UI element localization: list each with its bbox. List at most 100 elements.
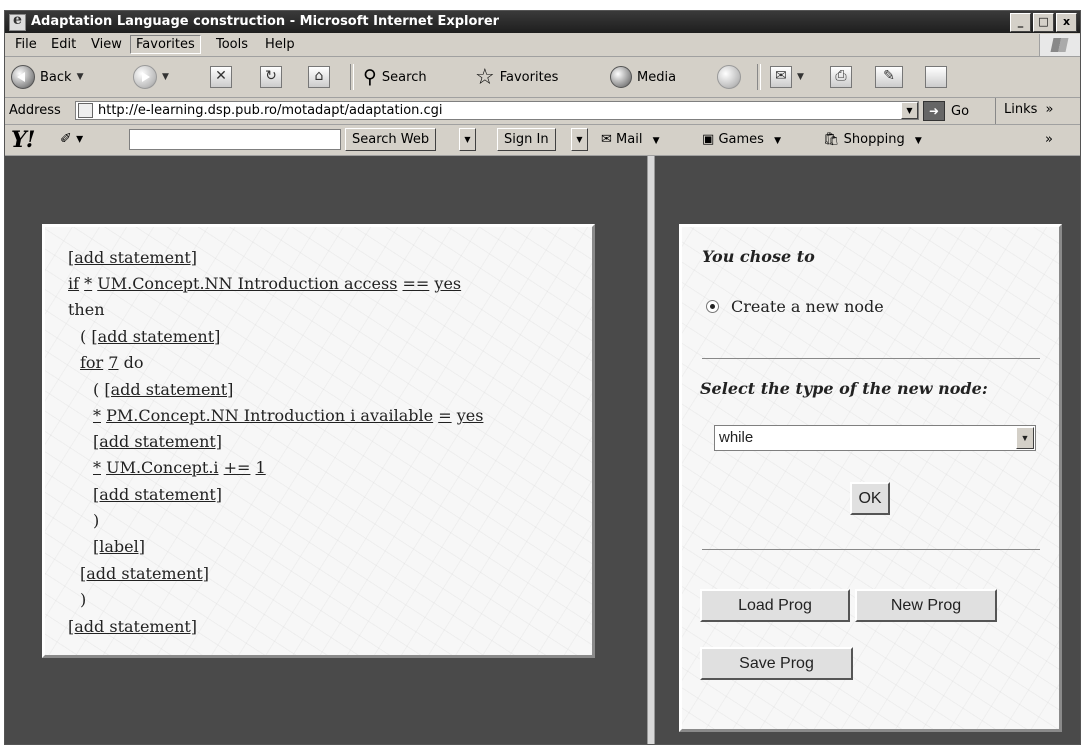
add-statement-link[interactable]: [add statement] <box>93 432 222 451</box>
browser-window: Adaptation Language construction - Micro… <box>4 10 1081 745</box>
menu-view[interactable]: View <box>85 37 128 52</box>
pencil-icon[interactable]: ✐ ▾ <box>60 131 83 147</box>
close-paren: ) <box>80 590 87 609</box>
menu-file[interactable]: File <box>9 37 43 52</box>
code-line: [add statement] <box>68 617 197 637</box>
shopping-label: Shopping <box>843 132 905 147</box>
star-link[interactable]: * <box>93 406 101 425</box>
arrow-right-icon: ➜ <box>923 101 945 121</box>
mail-link[interactable]: ✉ Mail ▼ <box>601 132 660 147</box>
games-link[interactable]: ▣ Games ▼ <box>702 132 781 147</box>
search-button[interactable]: ⚲ Search <box>363 64 427 90</box>
star-link[interactable]: * <box>93 458 101 477</box>
for-keyword-link[interactable]: for <box>80 353 103 372</box>
refresh-icon: ↻ <box>260 66 282 88</box>
target-link[interactable]: PM.Concept.NN Introduction i available <box>106 406 433 425</box>
print-button[interactable]: ⎙ <box>830 64 852 90</box>
code-line: ) <box>80 590 86 610</box>
operator-link[interactable]: = <box>438 406 451 425</box>
code-line: ) <box>93 511 99 531</box>
target-link[interactable]: UM.Concept.NN Introduction access <box>97 274 397 293</box>
go-button[interactable]: ➜ Go <box>923 101 969 121</box>
yahoo-logo[interactable]: Y! <box>11 127 35 153</box>
chevron-down-icon[interactable]: ▼ <box>915 136 922 146</box>
chevron-down-icon[interactable]: ▼ <box>901 102 918 119</box>
media-button[interactable]: Media <box>610 64 676 90</box>
add-statement-link[interactable]: [add statement] <box>91 327 220 346</box>
edit-button[interactable]: ✎ <box>875 64 903 90</box>
go-label: Go <box>951 103 970 119</box>
back-button[interactable]: Back ▼ <box>11 64 83 90</box>
if-keyword-link[interactable]: if <box>68 274 79 293</box>
shopping-link[interactable]: 🛍 Shopping ▼ <box>823 132 922 147</box>
maximize-button[interactable]: □ <box>1033 13 1054 32</box>
chevron-down-icon[interactable]: ▼ <box>77 72 84 82</box>
load-prog-button[interactable]: Load Prog <box>700 589 850 622</box>
printer-icon: ⎙ <box>830 66 852 88</box>
value-link[interactable]: yes <box>434 274 461 293</box>
value-link[interactable]: 1 <box>256 458 266 477</box>
ok-button[interactable]: OK <box>850 482 890 515</box>
add-statement-link[interactable]: [add statement] <box>80 564 209 583</box>
history-button[interactable] <box>717 64 741 90</box>
chevron-down-icon[interactable]: ▼ <box>774 136 781 146</box>
code-line: * PM.Concept.NN Introduction i available… <box>93 406 483 426</box>
search-web-button[interactable]: Search Web <box>345 128 437 151</box>
discuss-button[interactable] <box>925 64 947 90</box>
address-label: Address <box>9 103 61 118</box>
label-link[interactable]: [label] <box>93 537 145 556</box>
close-button[interactable]: x <box>1056 13 1077 32</box>
menu-tools[interactable]: Tools <box>210 37 254 52</box>
menu-favorites[interactable]: Favorites <box>130 35 201 54</box>
radio-button[interactable] <box>706 300 719 313</box>
add-statement-link[interactable]: [add statement] <box>93 485 222 504</box>
minimize-button[interactable]: _ <box>1010 13 1031 32</box>
code-line: then <box>68 300 105 320</box>
node-type-select[interactable]: while ▼ <box>714 425 1036 451</box>
forward-arrow-icon <box>133 65 157 89</box>
page-content: [add statement] if * UM.Concept.NN Intro… <box>5 156 1080 744</box>
target-link[interactable]: UM.Concept.i <box>106 458 218 477</box>
chevron-down-icon[interactable]: ▼ <box>571 128 588 151</box>
count-link[interactable]: 7 <box>108 353 118 372</box>
yahoo-search-input[interactable] <box>129 129 341 150</box>
stop-button[interactable]: ✕ <box>210 64 232 90</box>
value-link[interactable]: yes <box>457 406 484 425</box>
menu-edit[interactable]: Edit <box>45 37 82 52</box>
toolbar-separator <box>757 64 761 90</box>
add-statement-link[interactable]: [add statement] <box>104 380 233 399</box>
chevron-down-icon[interactable]: ▼ <box>1016 427 1034 449</box>
ie-icon <box>9 12 26 31</box>
add-statement-link[interactable]: [add statement] <box>68 617 197 636</box>
refresh-button[interactable]: ↻ <box>260 64 282 90</box>
chevron-down-icon[interactable]: ▼ <box>653 136 660 146</box>
chevron-down-icon[interactable]: ▼ <box>459 128 476 151</box>
address-url[interactable]: http://e-learning.dsp.pub.ro/motadapt/ad… <box>98 103 443 118</box>
sign-in-button[interactable]: Sign In <box>497 128 556 151</box>
frame-divider[interactable] <box>647 156 655 744</box>
create-node-option[interactable]: Create a new node <box>706 297 884 316</box>
operator-link[interactable]: == <box>403 274 430 293</box>
save-prog-button[interactable]: Save Prog <box>700 647 853 680</box>
chevron-down-icon[interactable]: ▼ <box>797 72 804 82</box>
home-button[interactable]: ⌂ <box>308 64 330 90</box>
games-icon: ▣ <box>702 132 715 147</box>
code-line: [add statement] <box>80 564 209 584</box>
operator-link[interactable]: += <box>224 458 251 477</box>
forward-button[interactable]: ▼ <box>133 64 169 90</box>
star-link[interactable]: * <box>84 274 92 293</box>
back-arrow-icon <box>11 65 35 89</box>
new-prog-button[interactable]: New Prog <box>855 589 997 622</box>
links-button[interactable]: Links » <box>995 98 1054 124</box>
edit-icon: ✎ <box>875 66 903 88</box>
chevron-right-icon[interactable]: » <box>1045 132 1053 147</box>
chevron-down-icon[interactable]: ▼ <box>162 72 169 82</box>
add-statement-link[interactable]: [add statement] <box>68 248 197 267</box>
mail-label: Mail <box>616 132 643 147</box>
shopping-bag-icon: 🛍 <box>823 132 840 147</box>
window-title: Adaptation Language construction - Micro… <box>31 14 500 29</box>
favorites-button[interactable]: ☆ Favorites <box>475 64 558 90</box>
address-input[interactable]: http://e-learning.dsp.pub.ro/motadapt/ad… <box>75 101 919 120</box>
menu-help[interactable]: Help <box>259 37 301 52</box>
mail-button[interactable]: ✉ ▼ <box>770 64 804 90</box>
